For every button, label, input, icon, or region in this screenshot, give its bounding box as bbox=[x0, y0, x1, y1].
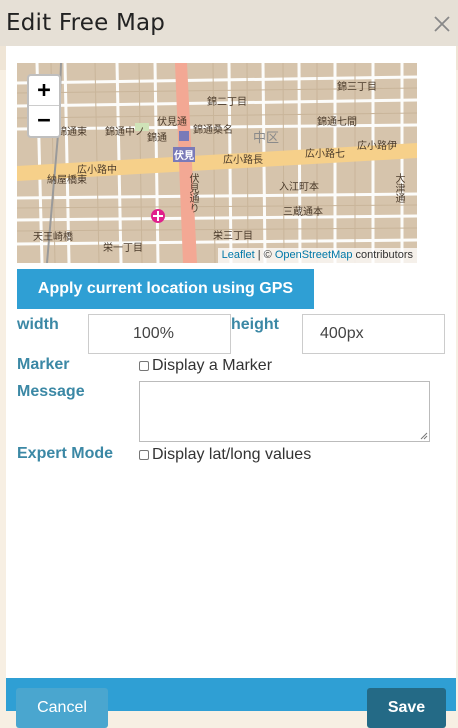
map-label: 伏見 bbox=[173, 147, 195, 162]
zoom-in-button[interactable]: + bbox=[29, 76, 59, 106]
map-label: 栄一丁目 bbox=[103, 243, 143, 254]
map-label: 三蔵通本 bbox=[283, 207, 323, 218]
map-label: 錦通七間 bbox=[317, 117, 357, 128]
map-label: 錦通桑名 bbox=[193, 125, 233, 136]
width-input[interactable]: 100% bbox=[88, 314, 231, 354]
map-label: 伏見通り bbox=[187, 173, 198, 213]
dialog-footer: Cancel Save bbox=[6, 678, 456, 728]
expert-mode-label: Expert Mode bbox=[17, 445, 114, 462]
attribution-suffix: contributors bbox=[352, 249, 413, 261]
openstreetmap-link[interactable]: OpenStreetMap bbox=[275, 249, 353, 261]
display-latlong-option: Display lat/long values bbox=[139, 446, 311, 464]
map-label: 中区 bbox=[253, 130, 280, 145]
apply-gps-location-button[interactable]: Apply current location using GPS bbox=[17, 269, 314, 309]
display-latlong-checkbox-label[interactable]: Display lat/long values bbox=[152, 446, 311, 464]
display-marker-checkbox-label[interactable]: Display a Marker bbox=[152, 357, 272, 375]
width-label: width bbox=[17, 316, 59, 333]
map-label: 納屋橋東 bbox=[47, 175, 87, 186]
map-label: 錦三丁目 bbox=[337, 82, 377, 93]
map-view[interactable]: 伏見通 錦二丁目 錦三丁目 錦通東 錦通中ノ 錦通 錦通桑名 錦通七間 中区 伏… bbox=[17, 63, 417, 263]
map-attribution: Leaflet | © OpenStreetMap contributors bbox=[217, 248, 417, 263]
map-label: 栄三丁目 bbox=[213, 231, 253, 242]
map-label: 天王崎橋 bbox=[33, 232, 73, 243]
message-textarea[interactable] bbox=[139, 381, 430, 442]
map-label: 伏見通 bbox=[157, 117, 187, 128]
save-button[interactable]: Save bbox=[367, 688, 446, 728]
edit-map-dialog: Edit Free Map 伏見通 錦二丁目 錦三丁目 錦通東 錦通中ノ 錦通 … bbox=[0, 0, 458, 728]
map-label: 錦通 bbox=[147, 133, 167, 144]
dialog-title: Edit Free Map bbox=[6, 10, 166, 36]
marker-label: Marker bbox=[17, 356, 70, 373]
resize-grip-icon[interactable] bbox=[420, 432, 428, 440]
display-marker-checkbox[interactable] bbox=[139, 361, 149, 371]
attribution-separator: | © bbox=[254, 249, 275, 261]
cancel-button[interactable]: Cancel bbox=[16, 688, 108, 728]
message-label: Message bbox=[17, 383, 85, 400]
map-label: 錦通東 bbox=[57, 127, 87, 138]
zoom-out-button[interactable]: − bbox=[29, 106, 59, 136]
dialog-header: Edit Free Map bbox=[0, 0, 458, 46]
map-label: 錦二丁目 bbox=[207, 97, 247, 108]
leaflet-link[interactable]: Leaflet bbox=[222, 249, 255, 261]
map-label: 広小路七 bbox=[305, 149, 345, 160]
height-input[interactable]: 400px bbox=[302, 314, 445, 354]
zoom-control: + − bbox=[27, 74, 61, 138]
map-label: 入江町本 bbox=[279, 182, 319, 193]
map-label: 大津通 bbox=[393, 173, 404, 203]
close-icon[interactable] bbox=[432, 14, 452, 34]
display-marker-option: Display a Marker bbox=[139, 357, 272, 375]
map-label: 錦通中ノ bbox=[105, 127, 145, 138]
height-label: height bbox=[231, 316, 279, 333]
location-marker-icon bbox=[150, 208, 166, 224]
map-label: 広小路長 bbox=[223, 155, 263, 166]
display-latlong-checkbox[interactable] bbox=[139, 450, 149, 460]
map-label: 広小路伊 bbox=[357, 141, 397, 152]
